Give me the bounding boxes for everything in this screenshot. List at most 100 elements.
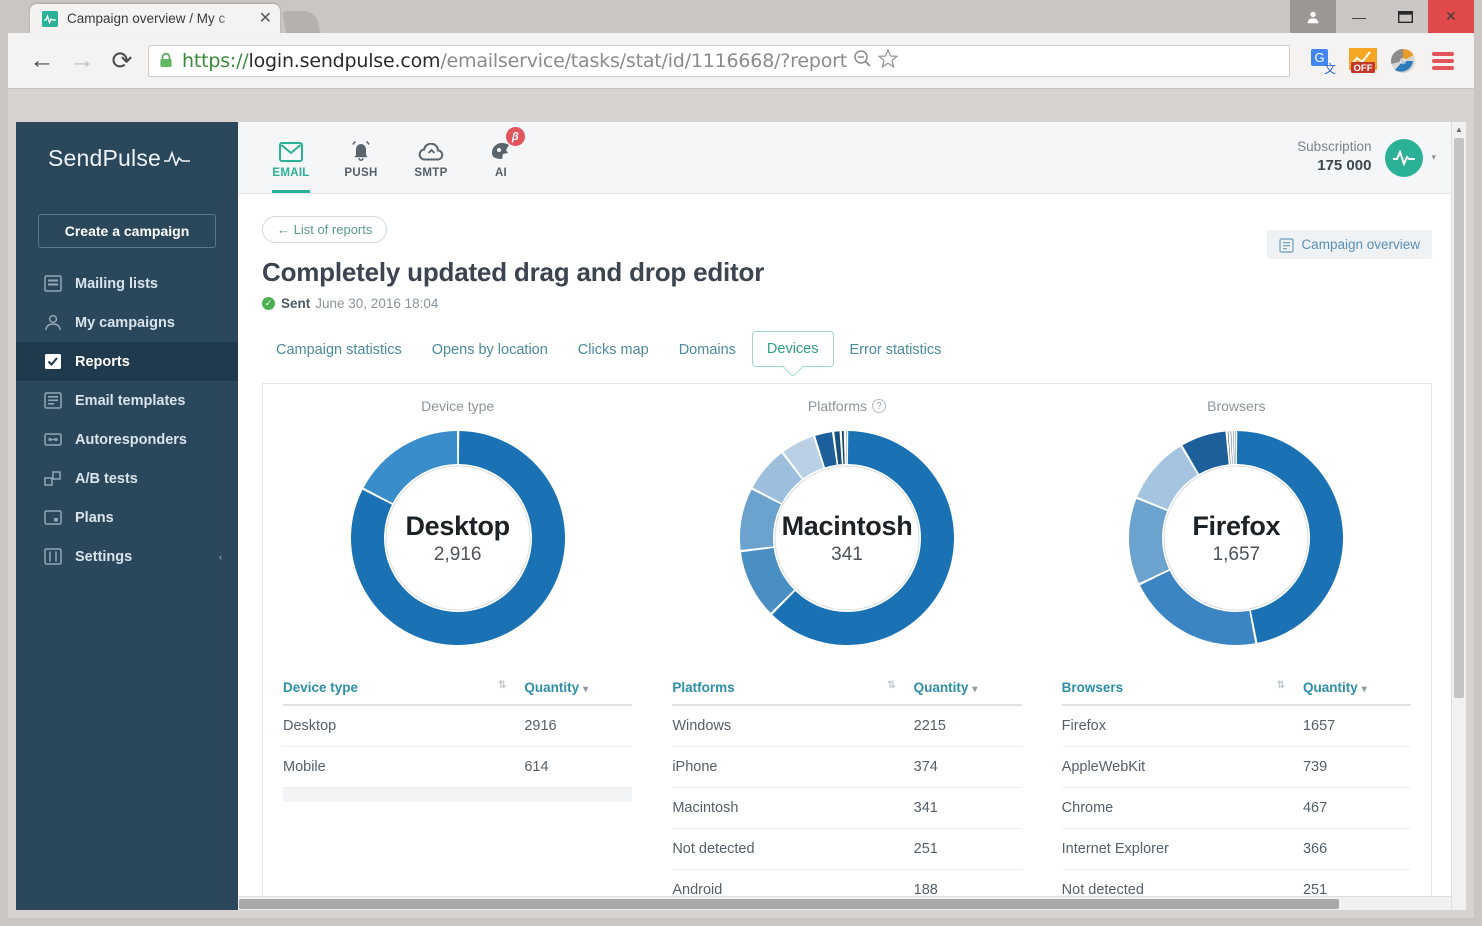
table-row: Macintosh 341 xyxy=(672,787,1022,829)
brain-icon: β xyxy=(489,127,525,162)
scrollbar-thumb[interactable] xyxy=(1454,138,1464,698)
help-icon[interactable]: ? xyxy=(872,399,887,413)
horizontal-scrollbar[interactable] xyxy=(238,896,1451,910)
bookmark-star-icon[interactable] xyxy=(877,47,899,73)
minimize-button[interactable]: — xyxy=(1336,0,1382,33)
zoom-out-icon[interactable] xyxy=(853,49,872,73)
report-tabs: Campaign statistics Opens by location Cl… xyxy=(262,331,1432,367)
sidebar-item-label: Email templates xyxy=(75,392,186,409)
user-profile-icon[interactable] xyxy=(1290,0,1336,33)
donut-slice[interactable] xyxy=(1228,431,1231,465)
sidebar-item-ab-tests[interactable]: A/B tests xyxy=(16,459,238,498)
sidebar-item-reports[interactable]: Reports xyxy=(16,342,238,381)
bell-icon xyxy=(349,136,373,162)
topnav-item-ai[interactable]: β AI xyxy=(466,122,536,193)
avatar[interactable] xyxy=(1385,138,1424,177)
cell-name: Windows xyxy=(672,705,910,747)
col-header-platforms[interactable]: Platforms ⇅ xyxy=(672,674,910,706)
cell-name: iPhone xyxy=(672,746,910,788)
reload-button[interactable]: ⟳ xyxy=(102,46,142,76)
topnav-item-email[interactable]: EMAIL xyxy=(256,122,326,193)
brand-logo[interactable]: SendPulse xyxy=(16,122,238,194)
lock-icon xyxy=(159,52,173,68)
tab-domains[interactable]: Domains xyxy=(665,333,750,367)
google-translate-extension-icon[interactable]: G文 xyxy=(1306,44,1340,78)
topnav-item-push[interactable]: PUSH xyxy=(326,122,396,193)
tab-clicks-map[interactable]: Clicks map xyxy=(564,333,663,367)
donut-slice[interactable] xyxy=(1237,431,1344,643)
cell-name: Firefox xyxy=(1061,705,1299,747)
forward-button[interactable]: → xyxy=(62,46,102,75)
browser-menu-icon[interactable] xyxy=(1426,44,1460,78)
sidebar-item-label: Settings xyxy=(75,548,133,565)
colorzilla-extension-icon[interactable] xyxy=(1386,44,1420,78)
browser-toolbar: ← → ⟳ https://login.sendpulse.com/emails… xyxy=(8,33,1474,89)
tab-error-statistics[interactable]: Error statistics xyxy=(836,333,956,367)
col-header-quantity[interactable]: Quantity ▾ xyxy=(909,674,1022,706)
donut-chart: Firefox 1,657 xyxy=(1127,429,1345,647)
browsers-column: Browsers Firefox 1,657 Browsers ⇅ Quanti… xyxy=(1042,384,1431,910)
sidebar-item-settings[interactable]: Settings ‹ xyxy=(16,537,238,576)
back-button[interactable]: ← xyxy=(22,46,62,75)
cell-name: Macintosh xyxy=(672,787,910,829)
col-header-device-type[interactable]: Device type ⇅ xyxy=(283,674,521,706)
subscription-area: Subscription 175 000 ▾ xyxy=(1297,122,1466,193)
tab-campaign-statistics[interactable]: Campaign statistics xyxy=(262,333,416,367)
donut-slice[interactable] xyxy=(1230,431,1233,465)
maximize-button[interactable] xyxy=(1382,0,1428,33)
donut-slice[interactable] xyxy=(1233,431,1235,465)
donut-slice[interactable] xyxy=(1137,446,1198,510)
sidebar-item-plans[interactable]: Plans xyxy=(16,498,238,537)
donut-slice[interactable] xyxy=(1129,498,1170,584)
donut-slice[interactable] xyxy=(841,431,845,465)
analytics-off-extension-icon[interactable]: OFF xyxy=(1346,44,1380,78)
app-header: EMAIL PUSH SMTP β AI Subscription 175 00… xyxy=(238,122,1466,194)
chevron-down-icon[interactable]: ▾ xyxy=(1431,152,1436,163)
browser-tab[interactable]: Campaign overview / My c ✕ xyxy=(30,4,280,33)
campaign-overview-button[interactable]: Campaign overview xyxy=(1267,230,1432,259)
sidebar-item-email-templates[interactable]: Email templates xyxy=(16,381,238,420)
cell-qty: 739 xyxy=(1298,746,1411,788)
donut-slice[interactable] xyxy=(1140,570,1256,645)
topnav-item-smtp[interactable]: SMTP xyxy=(396,122,466,193)
chart-title: Browsers xyxy=(1207,398,1266,414)
sort-icon: ⇅ xyxy=(1276,680,1285,691)
tab-opens-by-location[interactable]: Opens by location xyxy=(418,333,562,367)
back-to-reports-link[interactable]: ← List of reports xyxy=(262,216,388,243)
cell-qty: 374 xyxy=(909,746,1022,788)
status-label: Sent xyxy=(281,296,311,311)
close-window-button[interactable]: ✕ xyxy=(1428,0,1474,33)
table-row: Desktop 2916 xyxy=(283,705,633,747)
col-header-browsers[interactable]: Browsers ⇅ xyxy=(1061,674,1299,706)
donut-chart: Macintosh 341 xyxy=(738,429,956,647)
check-circle-icon xyxy=(262,297,275,310)
cloud-icon xyxy=(418,136,445,162)
sidebar-item-my-campaigns[interactable]: My campaigns xyxy=(16,303,238,342)
list-icon xyxy=(44,275,62,292)
sort-desc-icon: ▾ xyxy=(1361,684,1367,695)
cell-name: Internet Explorer xyxy=(1061,828,1299,870)
device-type-column: Device type Desktop 2,916 Device type ⇅ … xyxy=(263,384,652,910)
sidebar-item-label: Reports xyxy=(75,353,130,370)
col-header-quantity[interactable]: Quantity ▾ xyxy=(1298,674,1411,706)
create-campaign-button[interactable]: Create a campaign xyxy=(38,214,216,248)
donut-slice[interactable] xyxy=(845,431,847,465)
address-bar[interactable]: https://login.sendpulse.com/emailservice… xyxy=(148,44,1290,77)
abtest-icon xyxy=(44,470,62,487)
device-type-chart: Desktop 2,916 xyxy=(283,422,632,654)
sort-icon: ⇅ xyxy=(887,680,896,691)
sendpulse-app: SendPulse Create a campaign Mailing list… xyxy=(16,122,1466,910)
vertical-scrollbar[interactable]: ▲ xyxy=(1451,122,1466,910)
table-filler-row xyxy=(283,787,633,802)
cell-qty: 467 xyxy=(1298,787,1411,829)
tab-strip: Campaign overview / My c ✕ xyxy=(8,0,321,33)
tab-close-icon[interactable]: ✕ xyxy=(259,10,272,27)
sidebar-item-autoresponders[interactable]: Autoresponders xyxy=(16,420,238,459)
cell-name: AppleWebKit xyxy=(1061,746,1299,788)
scroll-up-arrow-icon[interactable]: ▲ xyxy=(1452,122,1466,137)
col-header-quantity[interactable]: Quantity ▾ xyxy=(520,674,633,706)
sidebar-item-mailing-lists[interactable]: Mailing lists xyxy=(16,264,238,303)
tab-devices[interactable]: Devices xyxy=(751,331,834,367)
new-tab-button[interactable] xyxy=(281,11,321,33)
hscrollbar-thumb[interactable] xyxy=(239,899,1339,909)
